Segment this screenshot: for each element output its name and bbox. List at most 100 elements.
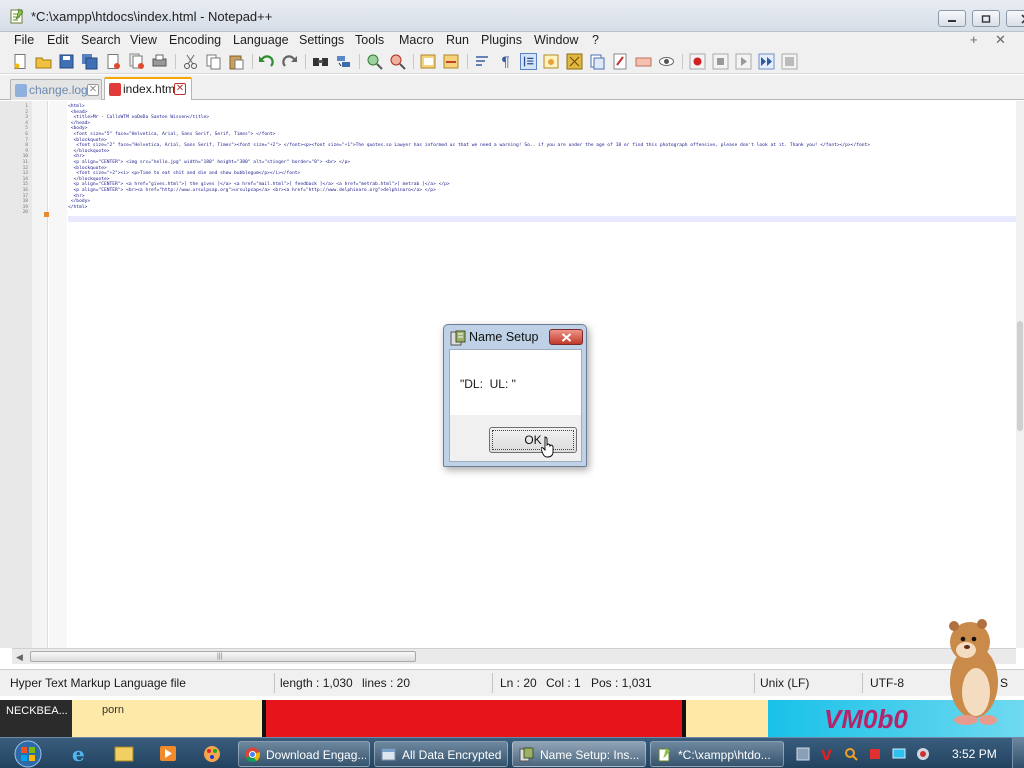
code-line[interactable]: <head> [68,110,88,115]
task-notepadpp[interactable]: *C:\xampp\htdo... [650,741,784,767]
tab-index-html[interactable]: index.html ✕ [104,77,192,100]
copy-icon[interactable] [205,53,222,70]
menu-tools[interactable]: Tools [355,33,384,47]
menu-help[interactable]: ? [592,33,599,47]
task-download[interactable]: Download Engag... [238,741,370,767]
close-doc-button[interactable]: ✕ [995,32,1006,48]
menu-language[interactable]: Language [233,33,289,47]
tab-close-icon[interactable]: ✕ [87,84,99,96]
run-macro-multiple-icon[interactable] [758,53,775,70]
code-line[interactable]: </body> [68,199,90,204]
word-wrap-icon[interactable] [474,53,491,70]
fold-margin[interactable] [49,101,67,648]
zoom-out-icon[interactable] [389,53,406,70]
save-icon[interactable] [58,53,75,70]
code-line[interactable]: <title>Mr - CallsWTM voDeDa Santen Wisse… [68,115,210,120]
doc-map-icon[interactable] [566,53,583,70]
code-line[interactable]: <font size="5" face="Helvetica, Arial, S… [68,132,276,137]
bookmark-margin[interactable] [32,101,48,648]
monitor-icon[interactable] [658,53,675,70]
close-all-icon[interactable] [128,53,145,70]
code-line[interactable]: <blockquote> [68,138,107,143]
save-macro-icon[interactable] [781,53,798,70]
undo-icon[interactable] [258,53,275,70]
folder-workspace-icon[interactable] [612,53,629,70]
paint-icon[interactable] [196,741,228,766]
tray-v-icon[interactable]: V [820,747,834,761]
paste-icon[interactable] [228,53,245,70]
play-macro-icon[interactable] [735,53,752,70]
vertical-scroll-thumb[interactable] [1017,321,1023,431]
maximize-button[interactable] [972,10,1000,27]
menu-file[interactable]: File [14,33,34,47]
task-all-data-encrypted[interactable]: All Data Encrypted [374,741,508,767]
save-all-icon[interactable] [81,53,98,70]
open-file-icon[interactable] [35,53,52,70]
show-all-chars-icon[interactable]: ¶ [497,53,514,70]
ok-button[interactable]: OK [489,427,577,453]
code-line[interactable]: <font size="+2"><i> <p>Time to eat shit … [68,171,300,176]
menu-encoding[interactable]: Encoding [169,33,221,47]
function-list-icon[interactable] [589,53,606,70]
language-icon[interactable] [543,53,560,70]
code-line[interactable]: <font size="2" face="Helvetica, Arial, S… [68,143,870,148]
clear-icon[interactable] [635,53,652,70]
menu-run[interactable]: Run [446,33,469,47]
tab-label: index.html [123,82,178,96]
cut-icon[interactable] [182,53,199,70]
minimize-button[interactable] [938,10,966,27]
code-line[interactable]: <hr> [68,194,85,199]
menu-settings[interactable]: Settings [299,33,344,47]
find-icon[interactable] [312,53,329,70]
code-line[interactable]: <blockquote> [68,166,107,171]
tray-flag-icon[interactable] [868,747,882,761]
menu-view[interactable]: View [130,33,157,47]
print-icon[interactable] [151,53,168,70]
menu-edit[interactable]: Edit [47,33,69,47]
tray-volume-icon[interactable] [916,747,930,761]
line-number: 12 [22,165,28,171]
code-line[interactable]: <p align="CENTER"> <br><a href="http://w… [68,188,436,193]
sync-vertical-icon[interactable] [420,53,437,70]
record-macro-icon[interactable] [689,53,706,70]
tab-close-icon[interactable]: ✕ [174,83,186,95]
start-button[interactable] [4,739,48,768]
new-doc-plus-button[interactable]: + [970,32,978,47]
code-line[interactable]: </html> [68,205,87,210]
menu-plugins[interactable]: Plugins [481,33,522,47]
code-line[interactable]: <body> [68,126,88,131]
code-line[interactable]: <p align="CENTER"> <a href="gives.html">… [68,182,450,187]
vertical-scrollbar[interactable] [1016,101,1024,648]
media-player-icon[interactable] [152,741,184,766]
file-explorer-icon[interactable] [108,741,140,766]
horizontal-scrollbar[interactable]: ◀ ||| [12,648,1016,664]
tray-network-icon[interactable] [796,747,810,761]
zoom-in-icon[interactable] [366,53,383,70]
tray-search-icon[interactable] [844,747,858,761]
new-file-icon[interactable] [12,53,29,70]
task-name-setup[interactable]: Name Setup: Ins... [512,741,646,767]
code-line[interactable]: <html> [68,104,85,109]
replace-icon[interactable] [335,53,352,70]
indent-guide-icon[interactable] [520,53,537,70]
close-icon[interactable] [105,53,122,70]
menu-search[interactable]: Search [81,33,121,47]
sync-horizontal-icon[interactable] [443,53,460,70]
close-window-button[interactable] [1006,10,1024,27]
menu-window[interactable]: Window [534,33,578,47]
dialog-body: "DL: UL: " [449,349,582,415]
status-divider [862,673,863,693]
taskbar-clock[interactable]: 3:52 PM [952,747,997,761]
menu-macro[interactable]: Macro [399,33,434,47]
stop-macro-icon[interactable] [712,53,729,70]
scroll-left-arrow-icon[interactable]: ◀ [16,652,23,663]
internet-explorer-icon[interactable]: e [64,741,96,766]
dialog-close-button[interactable] [549,329,583,345]
show-desktop-button[interactable] [1012,738,1024,768]
code-line[interactable]: <hr> [68,154,85,159]
code-line[interactable]: <p align="CENTER"> <img src="hello.jpg" … [68,160,351,165]
horizontal-scroll-thumb[interactable]: ||| [30,651,416,662]
tab-change-log[interactable]: change.log ✕ [10,79,102,100]
redo-icon[interactable] [281,53,298,70]
tray-monitor-icon[interactable] [892,747,906,761]
